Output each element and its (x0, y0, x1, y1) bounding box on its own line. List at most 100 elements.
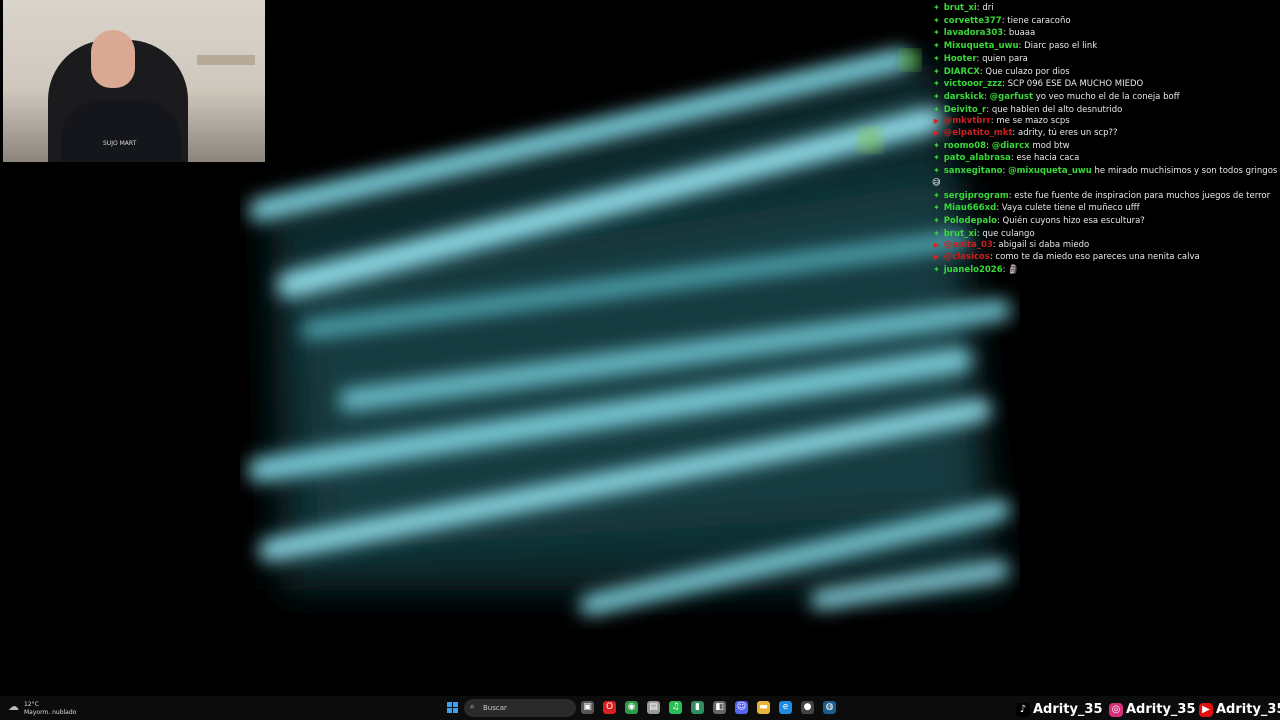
chat-message: ✦ lavadora303: buaaa (933, 28, 1036, 39)
opera-icon[interactable]: O (603, 701, 616, 714)
youtube-badge-icon: ▶ (933, 129, 940, 138)
chat-text: que hablen del alto desnutrido (991, 104, 1123, 115)
folder-icon[interactable]: ▬ (757, 701, 770, 714)
youtube-icon: ▶ (1199, 702, 1213, 717)
instagram-handle: ◎ Adrity_35 (1109, 702, 1196, 717)
twitch-badge-icon: ✦ (933, 3, 940, 12)
instagram-icon: ◎ (1109, 702, 1123, 717)
chat-message: ✦ DIARCX: Que culazo por dios (933, 66, 1070, 77)
chat-message: ✦ sergiprogram: este fue fuente de inspi… (933, 190, 1271, 201)
twitch-badge-icon: ✦ (933, 104, 940, 114)
chat-username: DIARCX (943, 66, 980, 77)
chat-mention: @garfust (989, 91, 1034, 102)
chat-message: ✦ Mixuqueta_uwu: Diarc paso el link (933, 41, 1098, 52)
weather-temp: 12°C (24, 701, 39, 708)
chat-text: abigail si daba miedo (998, 240, 1090, 251)
chat-message: ✦ brut_xi: que culango (933, 228, 1035, 239)
task-view-icon[interactable]: ▣ (581, 701, 594, 714)
instagram-handle-text: Adrity_35 (1126, 702, 1196, 717)
chat-text: ese hacia caca (1016, 153, 1080, 164)
twitch-badge-icon: ✦ (933, 66, 940, 76)
chat-username: @clasicos (943, 252, 990, 263)
chat-message: ✦ Polodepalo: Quién cuyons hizo esa escu… (933, 215, 1145, 226)
discord-icon[interactable]: ☺ (735, 701, 748, 714)
chrome-icon[interactable]: ◉ (625, 701, 638, 714)
twitch-badge-icon: ✦ (933, 190, 940, 200)
edge-icon[interactable]: e (779, 701, 792, 714)
windows-start-icon[interactable] (447, 702, 459, 714)
chat-text: adrity, tú eres un scp?? (1017, 128, 1118, 139)
chat-message: ✦ roomo08: @diarcx mod btw (933, 140, 1070, 151)
chat-text: Quién cuyons hizo esa escultura? (1002, 215, 1145, 226)
youtube-handle: ▶ Adrity_35 (1199, 702, 1280, 717)
chat-username: pato_alabrasa (943, 153, 1011, 164)
chat-message: ▶ @elpatito_mkt: adrity, tú eres un scp?… (933, 128, 1118, 139)
tiktok-icon: ♪ (1016, 702, 1030, 717)
webcam-streamer-head (91, 30, 135, 88)
chat-message: ✦ Deivito_r: que hablen del alto desnutr… (933, 104, 1123, 115)
chat-text: Vaya culete tiene el muñeco ufff (1001, 203, 1140, 214)
chat-username: victooor_zzz (943, 79, 1003, 90)
chat-text: buaaa (1008, 28, 1036, 39)
chat-text: mod btw (1029, 140, 1070, 151)
chat-username: juanelo2026 (943, 264, 1003, 275)
chat-message: ✦ sanxegitano: @mixuqueta_uwu he mirado … (932, 166, 1278, 188)
chat-message: ✦ Hooter: quien para (933, 53, 1028, 64)
chat-text: 🗿 (1008, 264, 1019, 275)
chat-username: Mixuqueta_uwu (943, 41, 1019, 52)
chat-message: ▶ @clasicos: como te da miedo eso parece… (933, 252, 1200, 263)
store-icon[interactable]: ◧ (713, 701, 726, 714)
chat-username: @mkvtbrr (943, 116, 991, 127)
chat-mention: @mixuqueta_uwu (1008, 166, 1092, 177)
chat-text: que culango (982, 228, 1035, 239)
spotify-icon[interactable]: ♫ (669, 701, 682, 714)
chat-message: ✦ brut_xi: dri (933, 3, 994, 13)
weather-desc: Mayorm. nublado (24, 709, 77, 716)
chat-text: Diarc paso el link (1024, 41, 1098, 52)
twitch-badge-icon: ✦ (933, 91, 940, 101)
chat-overlay: ✦ brut_xi: dri ✦ corvette377: tiene carac… (932, 2, 1278, 276)
youtube-badge-icon: ▶ (933, 117, 940, 126)
chat-username: brut_xi (943, 228, 977, 239)
twitch-badge-icon: ✦ (933, 41, 940, 51)
chat-message: ✦ pato_alabrasa: ese hacia caca (933, 153, 1080, 164)
twitch-badge-icon: ✦ (933, 140, 940, 150)
twitch-badge-icon: ✦ (933, 15, 940, 25)
tiktok-handle: ♪ Adrity_35 (1016, 702, 1103, 717)
chat-message: ✦ Miau666xd: Vaya culete tiene el muñeco… (933, 203, 1140, 214)
obs-icon[interactable]: ● (801, 701, 814, 714)
tiktok-handle-text: Adrity_35 (1033, 702, 1103, 717)
chat-username: brut_xi (943, 3, 977, 13)
chat-username: @elpatito_mkt (943, 128, 1013, 139)
chat-mention: @diarcx (991, 140, 1030, 151)
taskbar-search-box[interactable]: ⌕ Buscar (464, 699, 576, 717)
chat-text: este fue fuente de inspiracion para much… (1014, 190, 1271, 201)
chat-username: Deivito_r (943, 104, 987, 115)
chat-username: Hooter (943, 53, 977, 64)
youtube-handle-text: Adrity_35 (1216, 702, 1280, 717)
twitch-badge-icon: ✦ (933, 53, 940, 63)
chat-text: como te da miedo eso pareces una nenita … (995, 252, 1200, 263)
scene-green-glow (900, 50, 920, 70)
twitch-badge-icon: ✦ (933, 153, 940, 163)
chat-text: me se mazo scps (996, 116, 1070, 127)
chat-text: dri (982, 3, 994, 13)
twitch-badge-icon: ✦ (933, 215, 940, 225)
youtube-badge-icon: ▶ (933, 253, 940, 262)
chat-username: roomo08 (943, 140, 987, 151)
webcam-streamer-body (61, 100, 181, 162)
twitch-badge-icon: ✦ (933, 228, 940, 238)
chat-message: ✦ darskick: @garfust yo veo mucho el de … (933, 91, 1180, 102)
webcam-shirt-text: SUJO MART (103, 140, 137, 147)
chat-message: ▶ @mkvtbrr: me se mazo scps (933, 116, 1070, 127)
chat-username: sanxegitano (943, 166, 1003, 177)
chat-text: SCP 096 ESE DA MUCHO MIEDO (1007, 79, 1144, 90)
chat-username: darskick (943, 91, 985, 102)
phone-link-icon[interactable]: ▮ (691, 701, 704, 714)
twitch-badge-icon: ✦ (933, 28, 940, 38)
twitch-badge-icon: ✦ (933, 264, 940, 274)
chat-username: sergiprogram (943, 190, 1009, 201)
steam-icon[interactable]: ◍ (823, 701, 836, 714)
file-icon[interactable]: ▤ (647, 701, 660, 714)
search-icon: ⌕ (470, 702, 475, 711)
